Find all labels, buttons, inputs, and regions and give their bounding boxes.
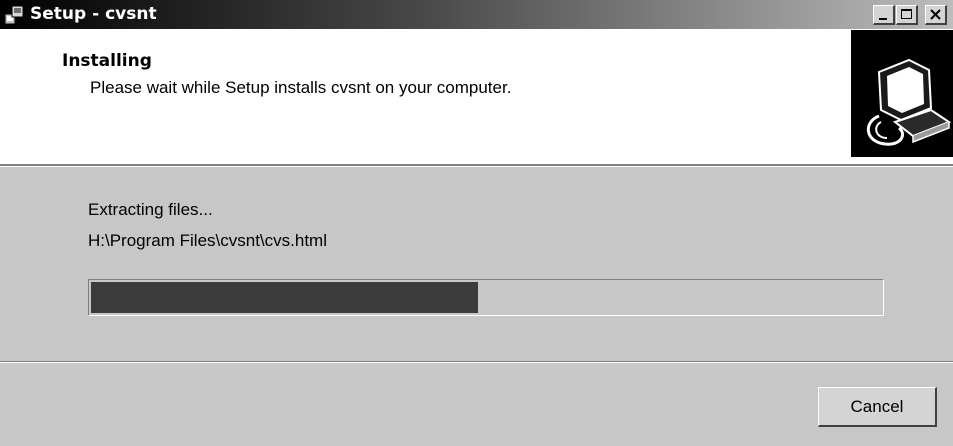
cancel-button[interactable]: Cancel [818,387,937,427]
minimize-button[interactable] [873,5,895,25]
minimize-icon [879,18,887,20]
setup-window: Setup - cvsnt Installing Please wait whi… [0,0,953,446]
page-subtitle: Please wait while Setup installs cvsnt o… [90,78,512,97]
footer-divider [0,361,953,363]
installer-computer-icon [851,30,953,157]
maximize-button[interactable] [896,5,918,25]
progress-bar-fill [91,282,478,313]
close-button[interactable] [925,5,947,25]
status-label: Extracting files... [88,200,213,219]
close-icon [930,9,941,20]
header-divider [0,164,953,167]
setup-app-icon[interactable] [4,5,24,25]
current-file-label: H:\Program Files\cvsnt\cvs.html [88,231,327,250]
header-panel: Installing Please wait while Setup insta… [0,29,953,164]
maximize-icon [901,9,912,19]
progress-bar [88,279,884,316]
title-bar[interactable]: Setup - cvsnt [0,0,953,29]
page-title: Installing [62,51,152,71]
window-title: Setup - cvsnt [30,4,157,24]
